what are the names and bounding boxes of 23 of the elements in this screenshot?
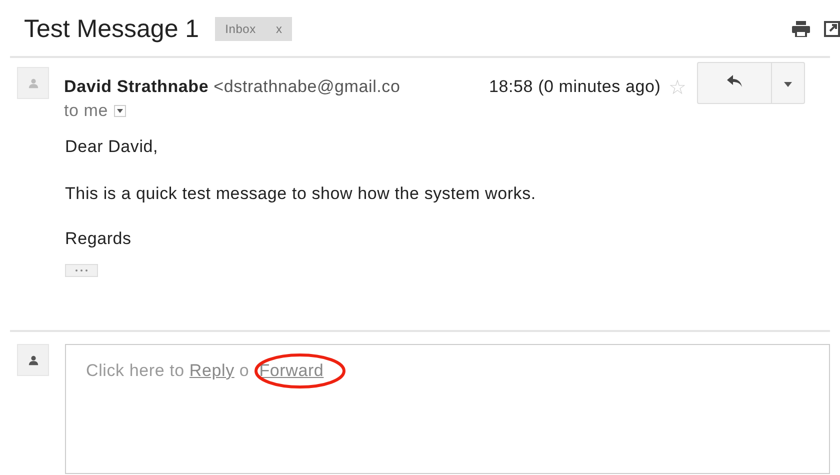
ellipsis-icon [75, 269, 88, 272]
avatar-icon [17, 344, 49, 376]
caret-icon [117, 109, 124, 113]
body-text: Dear David, [65, 137, 160, 157]
remove-label-button[interactable]: x [276, 22, 282, 36]
email-subject: Test Message 1 [24, 14, 200, 44]
caret-icon [784, 82, 792, 87]
reply-icon [726, 75, 742, 87]
body-text: Regards [65, 229, 132, 249]
body-text: This is a quick test message to show how the system works. [65, 184, 537, 204]
print-icon[interactable] [792, 21, 810, 37]
message-time: 18:58 (0 minutes ago) [489, 77, 661, 97]
reply-box[interactable]: Click here to Reply o Forward [65, 344, 830, 474]
label-tag[interactable]: Inbox x [215, 17, 292, 41]
reply-prompt: Click here to Reply o Forward [86, 361, 324, 380]
details-button[interactable] [114, 105, 126, 117]
sender-email: <dstrathnabe@gmail.co [214, 77, 400, 96]
reply-link[interactable]: Reply [189, 361, 234, 380]
avatar-icon [17, 67, 49, 99]
new-window-icon[interactable] [824, 21, 840, 37]
recipient: to me [64, 101, 108, 121]
sender-name: David Strathnabe [64, 77, 209, 96]
show-trimmed-button[interactable] [65, 264, 98, 277]
